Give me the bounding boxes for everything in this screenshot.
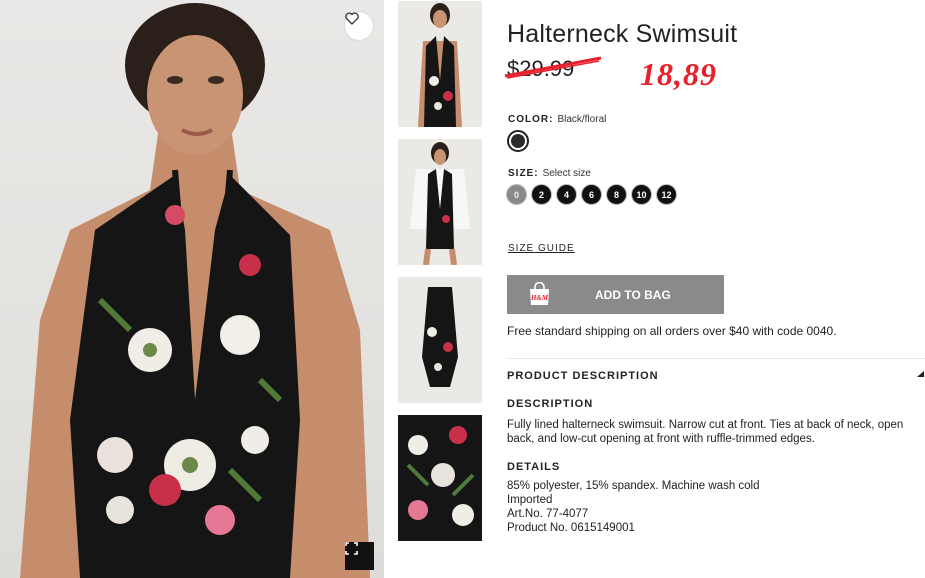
thumbnail-4[interactable] bbox=[398, 415, 482, 541]
expand-image-button[interactable] bbox=[345, 542, 374, 570]
bag-logo-text: H&M bbox=[530, 294, 549, 302]
shopping-bag-icon: H&M bbox=[530, 282, 549, 305]
product-description-toggle[interactable]: PRODUCT DESCRIPTION bbox=[507, 370, 659, 382]
thumbnail-photo bbox=[398, 139, 482, 265]
model-photo bbox=[20, 3, 370, 578]
chevron-up-icon[interactable] bbox=[916, 370, 925, 379]
wishlist-button[interactable] bbox=[345, 12, 373, 40]
size-guide-link[interactable]: SIZE GUIDE bbox=[508, 243, 575, 254]
color-value: Black/floral bbox=[557, 114, 607, 125]
price-strikethrough bbox=[504, 56, 602, 79]
color-label: COLOR: bbox=[508, 114, 554, 125]
description-text: Fully lined halterneck swimsuit. Narrow … bbox=[507, 419, 904, 445]
size-options: 0 2 4 6 8 10 12 bbox=[507, 185, 676, 204]
size-option-10[interactable]: 10 bbox=[632, 185, 651, 204]
thumbnail-3[interactable] bbox=[398, 277, 482, 403]
details-line: Imported bbox=[507, 494, 553, 506]
size-option-4[interactable]: 4 bbox=[557, 185, 576, 204]
size-row: SIZE: Select size bbox=[508, 168, 591, 179]
size-option-6[interactable]: 6 bbox=[582, 185, 601, 204]
shipping-info: Free standard shipping on all orders ove… bbox=[507, 324, 837, 338]
sale-price: 18,89 bbox=[640, 56, 717, 92]
expand-icon bbox=[345, 542, 358, 555]
size-value: Select size bbox=[542, 168, 591, 179]
description-heading: DESCRIPTION bbox=[507, 398, 594, 410]
main-product-image[interactable] bbox=[0, 0, 384, 578]
thumbnail-2[interactable] bbox=[398, 139, 482, 265]
divider bbox=[507, 358, 925, 359]
thumbnail-photo bbox=[398, 277, 482, 403]
details-line: Art.No. 77-4077 bbox=[507, 508, 589, 520]
heart-icon bbox=[345, 12, 359, 25]
thumbnail-1[interactable] bbox=[398, 1, 482, 127]
thumbnail-photo bbox=[398, 415, 482, 541]
add-to-bag-button[interactable]: H&M ADD TO BAG bbox=[507, 275, 724, 314]
size-option-8[interactable]: 8 bbox=[607, 185, 626, 204]
product-title: Halterneck Swimsuit bbox=[507, 20, 738, 48]
details-line: Product No. 0615149001 bbox=[507, 522, 635, 534]
size-option-2[interactable]: 2 bbox=[532, 185, 551, 204]
thumbnail-photo bbox=[398, 1, 482, 127]
size-option-12[interactable]: 12 bbox=[657, 185, 676, 204]
swatch-fill bbox=[511, 134, 525, 148]
color-swatch-black-floral[interactable] bbox=[507, 130, 529, 152]
color-row: COLOR: Black/floral bbox=[508, 114, 606, 125]
details-heading: DETAILS bbox=[507, 461, 561, 473]
size-label: SIZE: bbox=[508, 168, 539, 179]
details-line: 85% polyester, 15% spandex. Machine wash… bbox=[507, 480, 760, 492]
size-option-0[interactable]: 0 bbox=[507, 185, 526, 204]
add-to-bag-label: ADD TO BAG bbox=[595, 288, 671, 302]
